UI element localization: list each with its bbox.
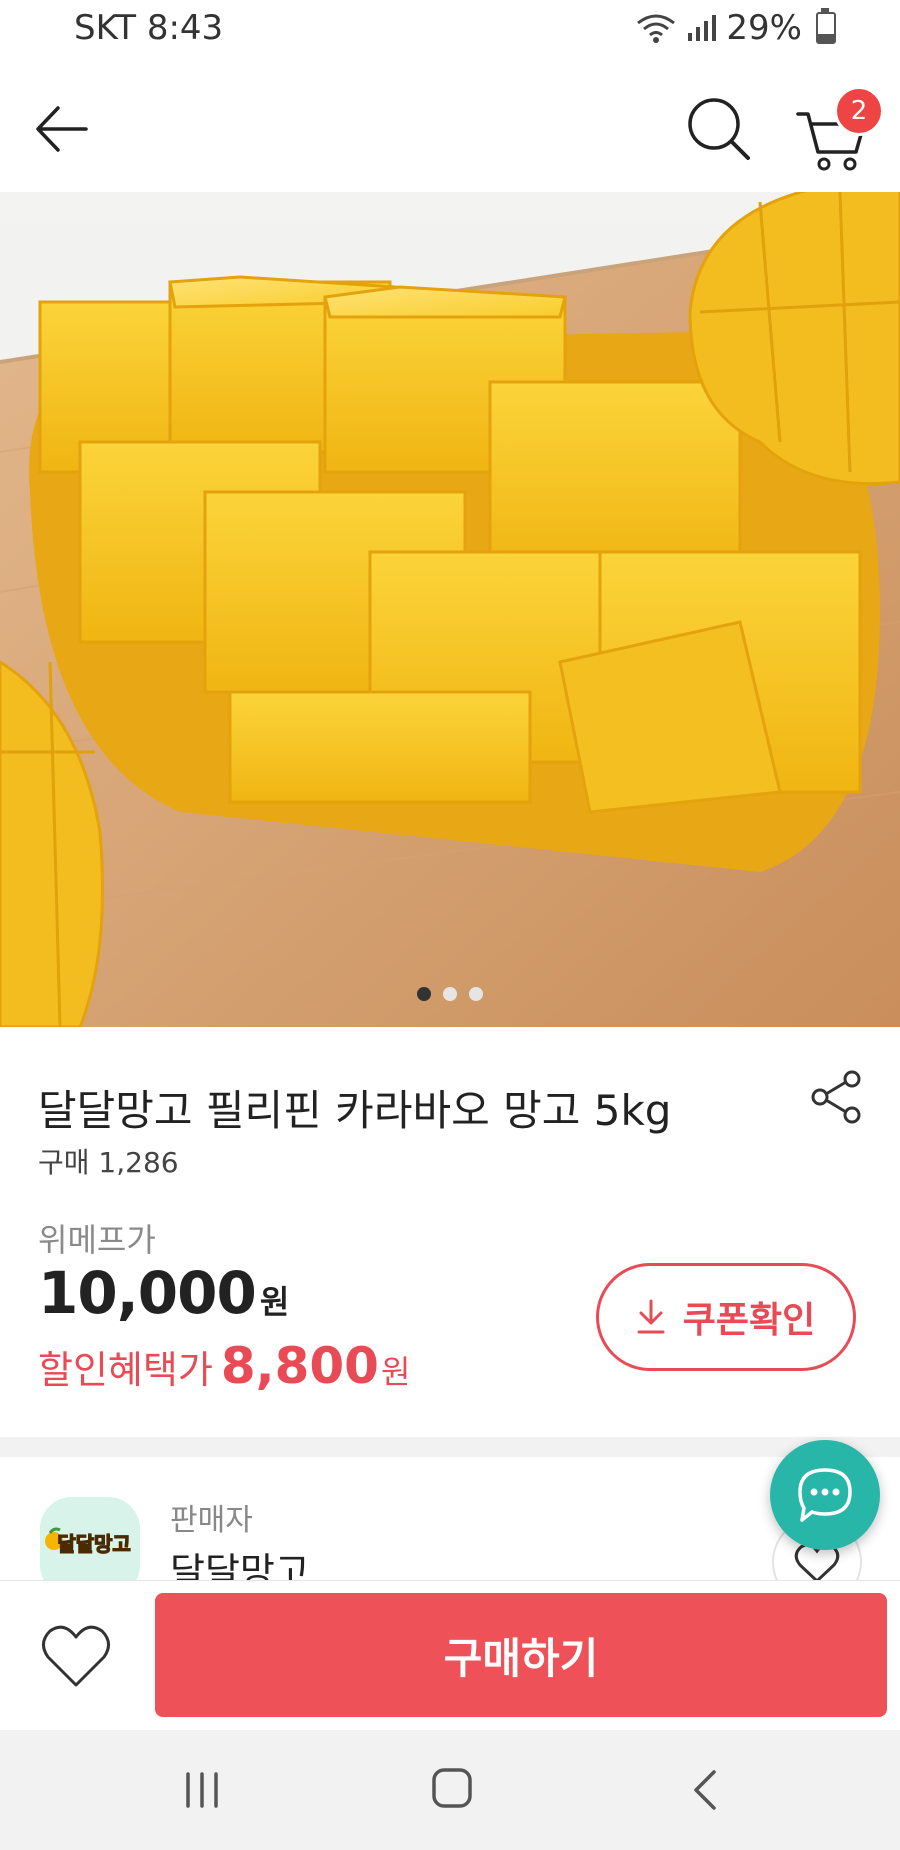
purchase-bar: 구매하기: [0, 1580, 900, 1731]
gallery-dot[interactable]: [443, 987, 457, 1001]
gallery-pagination: [0, 987, 900, 1001]
seller-logo-text: 달달망고: [57, 1532, 131, 1556]
share-icon: [811, 1070, 861, 1124]
coupon-check-label: 쿠폰확인: [682, 1300, 816, 1341]
sale-price: 할인혜택가 8,800원: [38, 1337, 410, 1395]
chat-button[interactable]: [770, 1440, 880, 1550]
seller-label: 판매자: [170, 1503, 253, 1538]
heart-icon: [42, 1625, 110, 1687]
cart-button[interactable]: 2: [794, 86, 884, 172]
like-button[interactable]: [40, 1623, 112, 1689]
recent-apps-icon: [186, 1772, 218, 1808]
sale-price-label: 할인혜택가: [38, 1348, 213, 1392]
gallery-dot[interactable]: [469, 987, 483, 1001]
signal-icon: [688, 15, 717, 41]
original-price-label: 위메프가: [38, 1221, 156, 1259]
share-button[interactable]: [808, 1069, 864, 1125]
app-bar: 2: [0, 62, 900, 192]
currency-unit: 원: [259, 1283, 289, 1321]
arrow-left-icon: [36, 106, 88, 152]
home-button[interactable]: [430, 1766, 474, 1810]
carrier-time: SKT 8:43: [74, 8, 224, 48]
battery-icon: [816, 8, 836, 44]
status-bar: SKT 8:43 29%: [0, 0, 900, 62]
cart-count-badge: 2: [834, 86, 884, 136]
mango-photo: [0, 192, 900, 1027]
wifi-icon: [637, 14, 676, 43]
product-title: 달달망고 필리핀 카라바오 망고 5kg: [38, 1086, 672, 1135]
chevron-left-icon: [694, 1770, 716, 1810]
section-divider: [0, 1437, 900, 1457]
battery-percent: 29%: [726, 8, 802, 48]
system-back-button[interactable]: [688, 1768, 724, 1812]
original-price-value: 10,000: [38, 1259, 257, 1327]
search-icon: [688, 98, 750, 160]
buy-button[interactable]: 구매하기: [155, 1593, 887, 1717]
purchase-count: 구매 1,286: [38, 1146, 179, 1179]
sale-price-value: 8,800: [220, 1337, 379, 1395]
product-info-card: 달달망고 필리핀 카라바오 망고 5kg 구매 1,286 위메프가 10,00…: [0, 1027, 900, 1437]
product-image-gallery[interactable]: [0, 192, 900, 1027]
currency-unit: 원: [380, 1353, 411, 1391]
back-button[interactable]: [30, 100, 94, 158]
coupon-check-button[interactable]: 쿠폰확인: [596, 1263, 856, 1371]
original-price: 10,000 원: [38, 1259, 289, 1327]
chat-icon: [798, 1468, 852, 1522]
download-icon: [637, 1299, 665, 1334]
gallery-dot[interactable]: [417, 987, 431, 1001]
home-icon: [432, 1768, 472, 1808]
system-nav-bar: [0, 1730, 900, 1850]
recent-apps-button[interactable]: [182, 1770, 222, 1810]
search-button[interactable]: [684, 94, 754, 164]
